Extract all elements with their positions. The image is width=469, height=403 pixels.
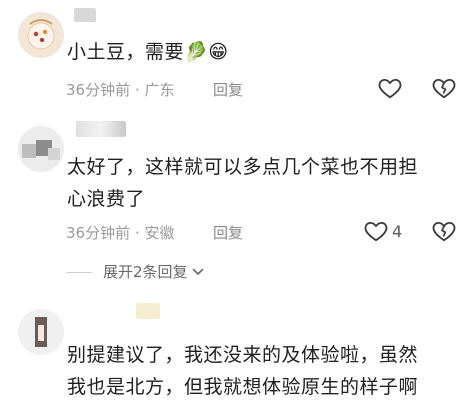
grin-emoji: 😁 <box>208 41 229 63</box>
like-button[interactable] <box>377 75 403 101</box>
heart-icon <box>378 78 402 99</box>
dislike-button[interactable] <box>431 75 457 101</box>
username[interactable] <box>74 8 96 22</box>
comment-text-line: 我也是北方，但我就想体验原生的样子啊 <box>67 376 419 398</box>
reply-button[interactable]: 回复 <box>213 79 243 100</box>
comment-meta: 36分钟前 · 安徽 <box>66 222 174 243</box>
avatar-image <box>18 309 64 355</box>
comment-text-line: 别提建议了，我还没来的及体验啦，虽然 <box>67 344 419 366</box>
chevron-down-icon <box>192 268 203 275</box>
comment-time: 36分钟前 <box>66 81 131 99</box>
heart-icon <box>364 221 388 242</box>
avatar[interactable] <box>18 12 64 58</box>
comment-time: 36分钟前 <box>66 224 131 242</box>
meta-separator: · <box>134 224 140 242</box>
avatar-image <box>18 12 64 58</box>
like-button[interactable]: 4 <box>363 218 402 244</box>
username[interactable] <box>136 303 160 319</box>
expand-replies-button[interactable]: 展开2条回复 <box>103 261 205 282</box>
expand-replies-label: 展开2条回复 <box>103 263 188 281</box>
comment-text-line: 太好了，这样就可以多点几个菜也不用担 <box>67 156 419 178</box>
comment-location: 安徽 <box>144 224 175 242</box>
comment-meta: 36分钟前 · 广东 <box>66 79 174 100</box>
dislike-button[interactable] <box>431 218 457 244</box>
expand-replies-divider <box>66 272 92 273</box>
like-count: 4 <box>392 221 403 241</box>
comment-text-body: 小土豆，需要 <box>67 41 185 63</box>
comment-location: 广东 <box>144 81 175 99</box>
comment-text: 太好了，这样就可以多点几个菜也不用担 心浪费了 <box>67 151 418 215</box>
reply-button[interactable]: 回复 <box>213 222 243 243</box>
cabbage-emoji: 🥬 <box>184 41 209 63</box>
broken-heart-icon <box>432 221 456 242</box>
comment-text-line: 心浪费了 <box>67 188 146 210</box>
comment-text: 小土豆，需要🥬😁 <box>67 36 229 68</box>
avatar[interactable] <box>18 126 64 172</box>
broken-heart-icon <box>432 78 456 99</box>
avatar[interactable] <box>18 309 64 355</box>
comment-text: 别提建议了，我还没来的及体验啦，虽然 我也是北方，但我就想体验原生的样子啊 <box>67 339 418 403</box>
username[interactable] <box>76 121 126 137</box>
meta-separator: · <box>134 81 140 99</box>
avatar-image <box>18 126 64 172</box>
